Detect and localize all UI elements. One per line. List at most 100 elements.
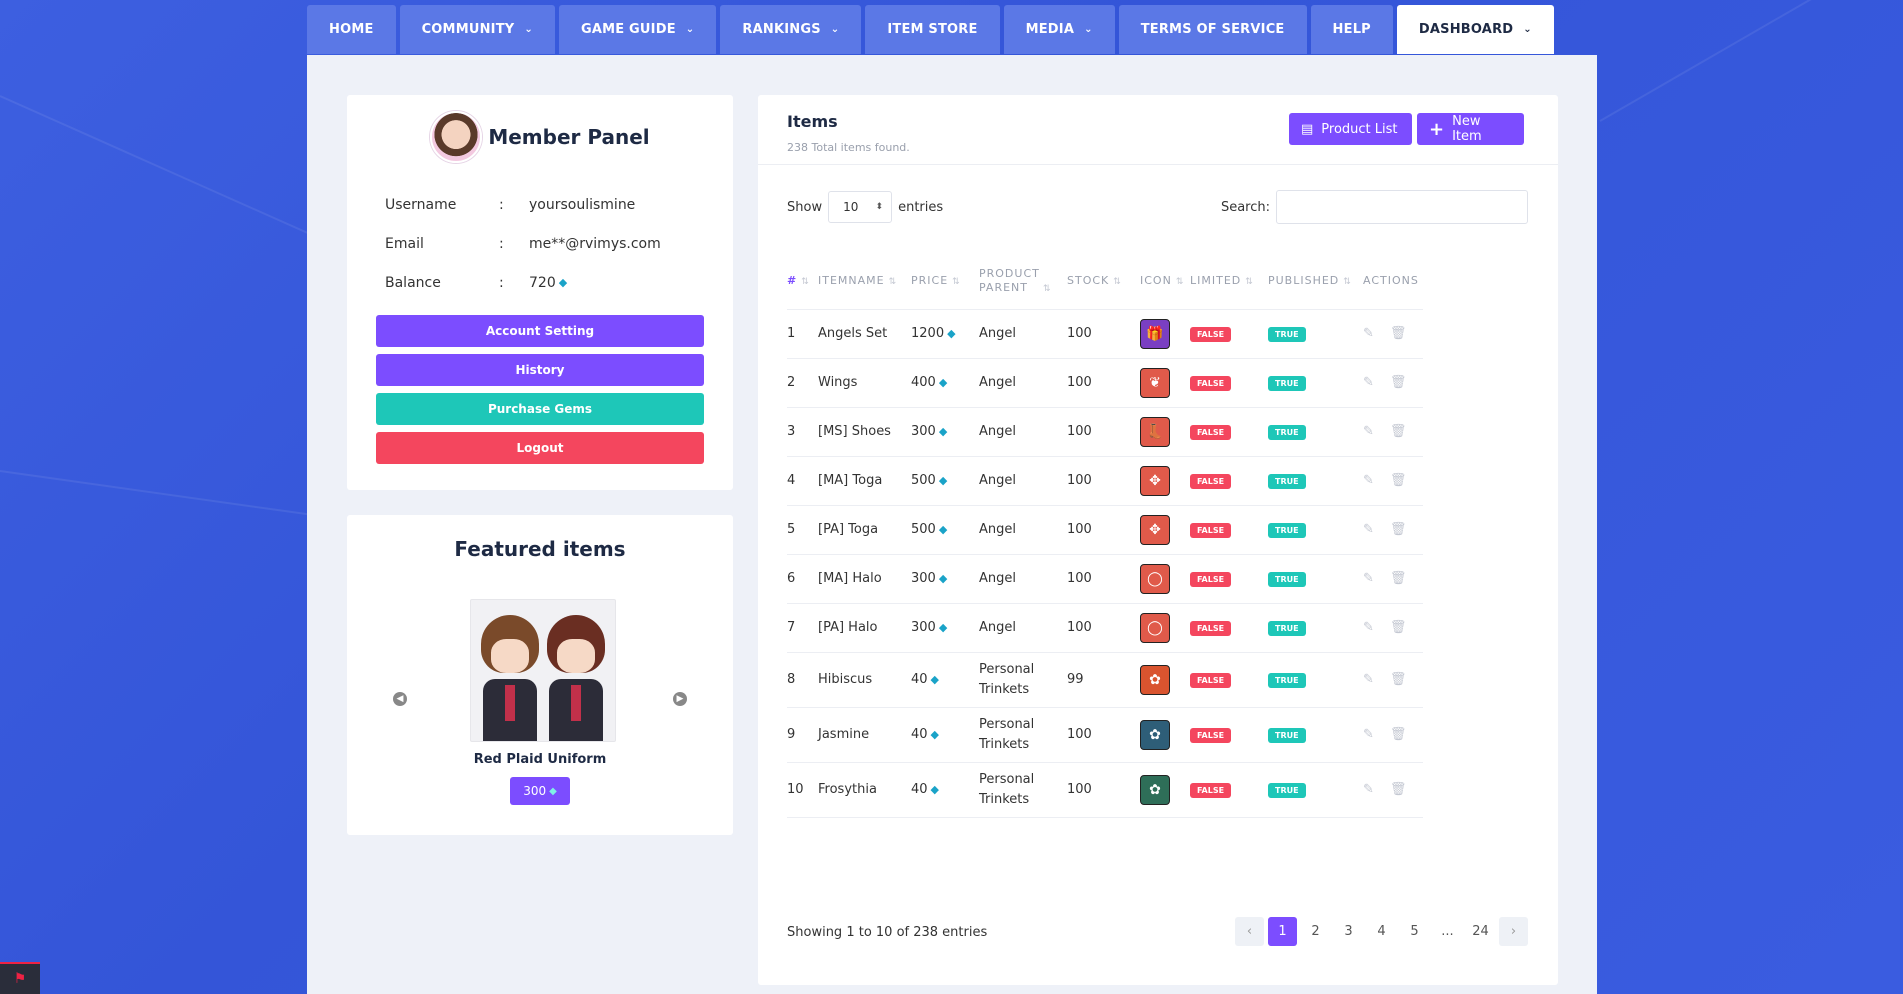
- column-header[interactable]: PRICE ⇅: [911, 253, 979, 310]
- published-badge: TRUE: [1268, 522, 1306, 538]
- nav-item-label: HOME: [329, 22, 374, 37]
- page-button[interactable]: 4: [1367, 917, 1396, 946]
- email-label: Email: [385, 235, 424, 252]
- featured-price-value: 300: [523, 784, 547, 798]
- nav-item-label: DASHBOARD: [1418, 22, 1514, 37]
- gem-icon: ◆: [938, 572, 948, 585]
- featured-item-price-button[interactable]: 300 ◆: [510, 777, 570, 805]
- item-price: 300: [911, 620, 936, 635]
- item-price: 300: [911, 571, 936, 586]
- edit-icon[interactable]: ✎: [1363, 375, 1374, 390]
- search-input[interactable]: [1276, 190, 1528, 224]
- page-button[interactable]: ...: [1433, 917, 1462, 946]
- edit-icon[interactable]: ✎: [1363, 727, 1374, 742]
- product-list-label: Product List: [1321, 121, 1398, 137]
- nav-item-game-guide[interactable]: GAME GUIDE ⌄: [558, 5, 717, 54]
- item-stock: 100: [1067, 375, 1092, 390]
- account-setting-button[interactable]: Account Setting: [376, 315, 704, 347]
- column-header[interactable]: ITEMNAME ⇅: [818, 253, 911, 310]
- column-header-label: PRODUCT PARENT: [979, 266, 1040, 294]
- nav-item-home[interactable]: HOME: [307, 5, 396, 54]
- trash-icon[interactable]: 🗑: [1390, 782, 1407, 797]
- page-button[interactable]: 2: [1301, 917, 1330, 946]
- column-header-label: #: [787, 274, 798, 288]
- trash-icon[interactable]: 🗑: [1390, 424, 1407, 439]
- entries-select[interactable]: 10 ⬍: [828, 191, 893, 223]
- carousel-prev-icon[interactable]: ◀: [393, 692, 407, 706]
- chevron-down-icon: ⌄: [830, 24, 840, 35]
- sort-icon: ⇅: [1245, 277, 1254, 288]
- history-button[interactable]: History: [376, 354, 704, 386]
- column-header-label: PRICE: [911, 274, 949, 288]
- items-title: Items: [787, 112, 838, 131]
- gem-icon: ◆: [938, 474, 948, 487]
- column-header[interactable]: STOCK ⇅: [1067, 253, 1140, 310]
- edit-icon[interactable]: ✎: [1363, 672, 1374, 687]
- item-name: Jasmine: [818, 727, 870, 742]
- limited-badge: FALSE: [1190, 375, 1232, 391]
- row-id: 6: [787, 571, 796, 586]
- logout-button[interactable]: Logout: [376, 432, 704, 464]
- trash-icon[interactable]: 🗑: [1390, 727, 1407, 742]
- nav-item-rankings[interactable]: RANKINGS ⌄: [720, 5, 862, 54]
- purchase-gems-button[interactable]: Purchase Gems: [376, 393, 704, 425]
- trash-icon[interactable]: 🗑: [1390, 375, 1407, 390]
- column-header[interactable]: PRODUCT PARENT ⇅: [979, 253, 1067, 310]
- column-header[interactable]: LIMITED ⇅: [1190, 253, 1268, 310]
- featured-title: Featured items: [454, 537, 626, 561]
- nav-item-terms-of-service[interactable]: TERMS OF SERVICE: [1118, 5, 1307, 54]
- table-row: 9 Jasmine 40 ◆ Personal Trinkets 100 ✿ FALSE TRU…: [787, 707, 1423, 763]
- member-info: Username : yoursoulismine Email : me**@r…: [385, 185, 733, 302]
- nav-item-community[interactable]: COMMUNITY ⌄: [399, 5, 555, 54]
- published-badge: TRUE: [1268, 473, 1306, 489]
- carousel-next-icon[interactable]: ▶: [673, 692, 687, 706]
- edit-icon[interactable]: ✎: [1363, 473, 1374, 488]
- trash-icon[interactable]: 🗑: [1390, 620, 1407, 635]
- edit-icon[interactable]: ✎: [1363, 620, 1374, 635]
- item-name: [MA] Halo: [818, 571, 882, 586]
- item-price: 500: [911, 473, 936, 488]
- trash-icon[interactable]: 🗑: [1390, 326, 1407, 341]
- featured-item-image[interactable]: [470, 599, 616, 742]
- items-card: Items 238 Total items found. ▤ Product L…: [758, 95, 1558, 985]
- page-button[interactable]: 24: [1466, 917, 1495, 946]
- item-name: Frosythia: [818, 782, 877, 797]
- debug-toolbar-icon[interactable]: ⚑: [0, 962, 40, 994]
- item-price: 500: [911, 522, 936, 537]
- nav-item-item-store[interactable]: ITEM STORE: [865, 5, 1000, 54]
- chevron-left-icon[interactable]: ‹: [1235, 917, 1264, 946]
- background-line: [0, 470, 318, 517]
- column-header[interactable]: # ⇅: [787, 253, 818, 310]
- row-id: 9: [787, 727, 796, 742]
- edit-icon[interactable]: ✎: [1363, 522, 1374, 537]
- nav-item-label: COMMUNITY: [421, 22, 515, 37]
- column-header-label: STOCK: [1067, 274, 1110, 288]
- trash-icon[interactable]: 🗑: [1390, 522, 1407, 537]
- edit-icon[interactable]: ✎: [1363, 782, 1374, 797]
- page-button[interactable]: 1: [1268, 917, 1297, 946]
- pagination-info: Showing 1 to 10 of 238 entries: [787, 925, 988, 940]
- edit-icon[interactable]: ✎: [1363, 571, 1374, 586]
- pagination: ‹ 1 2 3 4 5... 24 ›: [1235, 917, 1528, 946]
- product-list-button[interactable]: ▤ Product List: [1289, 113, 1412, 145]
- trash-icon[interactable]: 🗑: [1390, 672, 1407, 687]
- edit-icon[interactable]: ✎: [1363, 424, 1374, 439]
- column-header[interactable]: ICON ⇅: [1140, 253, 1190, 310]
- page-button[interactable]: 5: [1400, 917, 1429, 946]
- nav-item-help[interactable]: HELP: [1310, 5, 1393, 54]
- trash-icon[interactable]: 🗑: [1390, 571, 1407, 586]
- nav-item-dashboard[interactable]: DASHBOARD ⌄: [1396, 5, 1554, 54]
- new-item-button[interactable]: + New Item: [1417, 113, 1524, 145]
- column-header[interactable]: PUBLISHED ⇅: [1268, 253, 1363, 310]
- product-parent: Personal Trinkets: [979, 661, 1035, 697]
- row-id: 7: [787, 620, 796, 635]
- email-row: Email : me**@rvimys.com: [385, 224, 733, 263]
- item-stock: 100: [1067, 620, 1092, 635]
- gem-icon: ◆: [930, 728, 940, 741]
- nav-item-media[interactable]: MEDIA ⌄: [1003, 5, 1115, 54]
- trash-icon[interactable]: 🗑: [1390, 473, 1407, 488]
- page-button[interactable]: 3: [1334, 917, 1363, 946]
- edit-icon[interactable]: ✎: [1363, 326, 1374, 341]
- chevron-right-icon[interactable]: ›: [1499, 917, 1528, 946]
- flower-icon: ✿: [1140, 774, 1170, 805]
